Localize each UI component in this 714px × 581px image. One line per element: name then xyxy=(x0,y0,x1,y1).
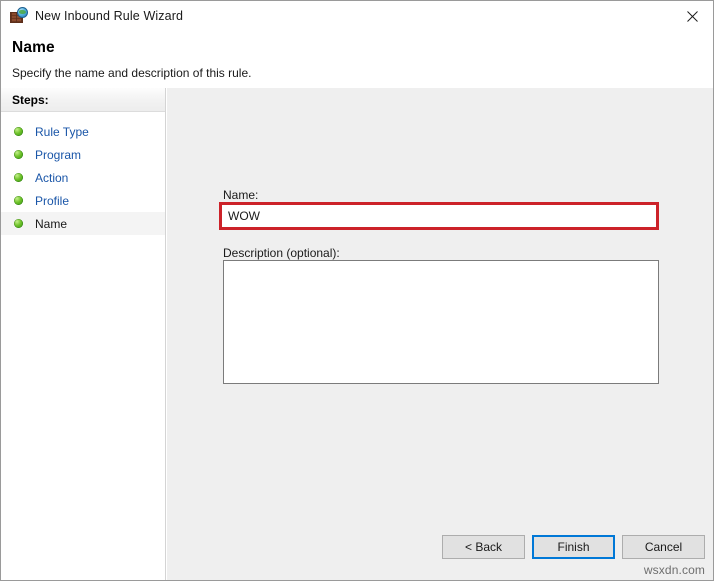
page-subtitle: Specify the name and description of this… xyxy=(12,66,251,80)
sidebar-item-name[interactable]: Name xyxy=(1,212,165,235)
cancel-button[interactable]: Cancel xyxy=(622,535,705,559)
back-button[interactable]: < Back xyxy=(442,535,525,559)
sidebar-item-profile[interactable]: Profile xyxy=(1,189,165,212)
sidebar-item-label: Action xyxy=(35,171,68,185)
description-textarea[interactable] xyxy=(224,261,658,383)
new-inbound-rule-wizard-window: New Inbound Rule Wizard Name Specify the… xyxy=(0,0,714,581)
green-bullet-icon xyxy=(14,150,23,159)
sidebar-item-rule-type[interactable]: Rule Type xyxy=(1,120,165,143)
name-input-highlight-annotation xyxy=(219,202,659,230)
sidebar-item-label: Program xyxy=(35,148,81,162)
description-textarea-wrapper xyxy=(223,260,659,384)
button-row: < Back Finish Cancel xyxy=(167,535,713,565)
sidebar-item-label: Profile xyxy=(35,194,69,208)
page-header: Name Specify the name and description of… xyxy=(1,31,713,88)
green-bullet-icon xyxy=(14,219,23,228)
watermark: wsxdn.com xyxy=(644,563,705,577)
green-bullet-icon xyxy=(14,127,23,136)
page-title: Name xyxy=(12,39,55,57)
firewall-globe-icon xyxy=(10,7,28,25)
sidebar-item-label: Rule Type xyxy=(35,125,89,139)
sidebar-item-program[interactable]: Program xyxy=(1,143,165,166)
steps-list: Rule Type Program Action Profile Name xyxy=(1,112,165,235)
steps-header: Steps: xyxy=(1,88,165,112)
close-icon[interactable] xyxy=(669,1,714,31)
green-bullet-icon xyxy=(14,196,23,205)
title-bar: New Inbound Rule Wizard xyxy=(1,1,714,31)
sidebar-item-action[interactable]: Action xyxy=(1,166,165,189)
green-bullet-icon xyxy=(14,173,23,182)
sidebar-item-label: Name xyxy=(35,217,67,231)
steps-sidebar: Steps: Rule Type Program Action Profile … xyxy=(1,88,166,580)
window-title: New Inbound Rule Wizard xyxy=(35,9,183,23)
content-pane: Name: Description (optional): < Back Fin… xyxy=(167,88,713,580)
name-field-label: Name: xyxy=(223,188,258,202)
description-field-label: Description (optional): xyxy=(223,246,340,260)
name-input[interactable] xyxy=(225,208,653,224)
steps-header-label: Steps: xyxy=(12,93,49,107)
finish-button[interactable]: Finish xyxy=(532,535,615,559)
